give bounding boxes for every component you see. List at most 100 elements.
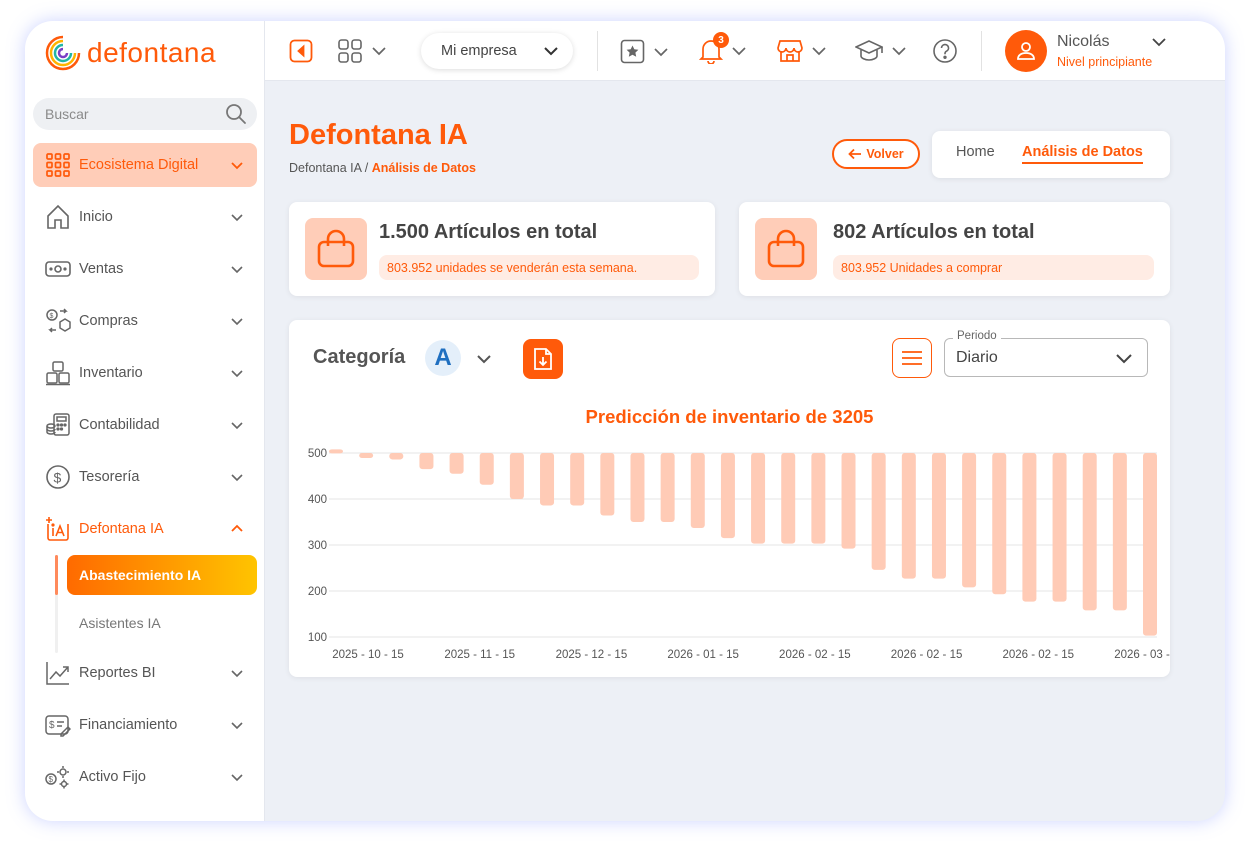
- chart-bar: [570, 453, 585, 506]
- page-tabs: Home Análisis de Datos: [932, 131, 1170, 178]
- x-tick-label: 2026 - 03 - 15: [1114, 649, 1170, 661]
- chart-bar: [600, 453, 615, 516]
- chevron-up-icon: [231, 524, 243, 532]
- chevron-down-icon: [231, 214, 243, 222]
- sidebar-item-label: Ventas: [79, 261, 124, 277]
- user-menu[interactable]: Nicolás Nivel principiante: [1005, 30, 1167, 72]
- asset-icon: $: [45, 764, 71, 790]
- y-tick-label: 200: [308, 586, 327, 598]
- chart-bar: [660, 453, 675, 522]
- logo[interactable]: defontana: [43, 31, 216, 75]
- inventory-bar-chart: 100 200 300 400 500 2025 - 10 - 15 2025 - 11 -…: [308, 448, 1170, 661]
- sidebar-item-reportes-bi[interactable]: Reportes BI: [33, 651, 257, 695]
- sidebar-item-label: Compras: [79, 313, 138, 329]
- stat-card-articulos: 1.500 Artículos en total 803.952 unidade…: [289, 202, 715, 296]
- app-window: defontana Ecosistema Digital: [25, 21, 1225, 821]
- chevron-down-icon: [654, 47, 668, 56]
- store-button[interactable]: [777, 38, 827, 64]
- chart-bar: [841, 453, 856, 549]
- back-button[interactable]: Volver: [832, 139, 920, 169]
- sidebar-subitem-abastecimiento-ia[interactable]: Abastecimiento IA: [67, 555, 257, 595]
- sidebar-item-compras[interactable]: $ Compras: [33, 299, 257, 343]
- breadcrumb-separator: /: [361, 161, 372, 175]
- x-tick-label: 2026 - 01 - 15: [667, 649, 739, 661]
- sidebar-item-label: Tesorería: [79, 469, 140, 485]
- sidebar: defontana Ecosistema Digital: [25, 21, 265, 821]
- sidebar-subnav-defontana-ia: Abastecimiento IA Asistentes IA: [33, 555, 257, 653]
- x-tick-label: 2026 - 02 - 15: [1002, 649, 1074, 661]
- svg-text:$: $: [50, 313, 54, 320]
- sidebar-item-financiamiento[interactable]: $ Financiamiento: [33, 703, 257, 747]
- arrow-left-icon: [848, 148, 862, 160]
- sidebar-item-contabilidad[interactable]: Contabilidad: [33, 403, 257, 447]
- sidebar-nav: Ecosistema Digital Inicio Ventas $ Compr…: [33, 143, 257, 807]
- sidebar-item-ecosistema-digital[interactable]: Ecosistema Digital: [33, 143, 257, 187]
- chart-bar: [1112, 453, 1127, 611]
- chart-bar: [389, 453, 404, 460]
- boxes-icon: [45, 360, 71, 386]
- sidebar-item-label: Reportes BI: [79, 665, 156, 681]
- topbar-divider: [981, 31, 982, 71]
- sidebar-item-label: Inicio: [79, 209, 113, 225]
- page-title: Defontana IA: [289, 119, 468, 151]
- breadcrumb-current: Análisis de Datos: [371, 161, 476, 175]
- chevron-down-icon: [372, 47, 386, 56]
- x-tick-label: 2026 - 02 - 15: [891, 649, 963, 661]
- chevron-down-icon: [1152, 38, 1167, 47]
- sidebar-item-label: Inventario: [79, 365, 143, 381]
- chevron-down-icon: [732, 47, 746, 56]
- search-icon[interactable]: [225, 103, 247, 125]
- user-level: Nivel principiante: [1057, 55, 1153, 69]
- stat-card-compras: 802 Artículos en total 803.952 Unidades …: [739, 202, 1170, 296]
- chart-bar: [992, 453, 1007, 595]
- notifications-badge: 3: [713, 32, 729, 48]
- collapse-left-icon: [289, 39, 313, 63]
- apps-menu-button[interactable]: [337, 38, 387, 64]
- tab-analisis-de-datos[interactable]: Análisis de Datos: [1022, 144, 1143, 164]
- search-input[interactable]: [45, 106, 205, 122]
- company-name: Mi empresa: [441, 43, 517, 59]
- chart-bar: [871, 453, 886, 570]
- breadcrumb-root[interactable]: Defontana IA: [289, 161, 361, 175]
- y-tick-label: 100: [308, 632, 327, 644]
- favorites-button[interactable]: [620, 39, 669, 64]
- help-icon: [933, 39, 957, 63]
- tab-home[interactable]: Home: [956, 144, 995, 160]
- sidebar-item-inventario[interactable]: Inventario: [33, 351, 257, 395]
- chart-bar: [962, 453, 977, 588]
- stat-title: 1.500 Artículos en total: [379, 221, 598, 243]
- chart-bar: [359, 453, 374, 459]
- chevron-down-icon: [231, 670, 243, 678]
- chevron-down-icon: [544, 47, 558, 56]
- sidebar-item-inicio[interactable]: Inicio: [33, 195, 257, 239]
- sidebar-item-tesoreria[interactable]: $ Tesorería: [33, 455, 257, 499]
- chevron-down-icon: [231, 474, 243, 482]
- company-selector[interactable]: Mi empresa: [421, 33, 573, 69]
- grid-icon: [45, 152, 71, 178]
- breadcrumb: Defontana IA / Análisis de Datos: [289, 161, 476, 175]
- dollar-icon: $: [45, 464, 71, 490]
- academy-button[interactable]: [855, 39, 907, 63]
- y-tick-label: 500: [308, 448, 327, 460]
- exchange-icon: $: [45, 308, 71, 334]
- chevron-down-icon: [231, 162, 243, 170]
- sidebar-item-activo-fijo[interactable]: $ Activo Fijo: [33, 755, 257, 799]
- sidebar-item-ventas[interactable]: Ventas: [33, 247, 257, 291]
- chart-bar: [1022, 453, 1037, 602]
- ledger-icon: [45, 412, 71, 438]
- back-button-label: Volver: [866, 147, 904, 161]
- chart-bar: [781, 453, 796, 544]
- search-box[interactable]: [33, 98, 257, 130]
- trend-icon: [45, 660, 71, 686]
- chart-bar: [1082, 453, 1097, 611]
- chart-bar: [479, 453, 494, 485]
- collapse-sidebar-button[interactable]: [289, 39, 313, 63]
- chevron-down-icon: [812, 47, 826, 56]
- y-tick-label: 400: [308, 494, 327, 506]
- sidebar-item-defontana-ia[interactable]: Defontana IA: [33, 507, 257, 551]
- chart-bar: [540, 453, 555, 506]
- x-tick-label: 2025 - 11 - 15: [444, 649, 515, 661]
- notifications-button[interactable]: 3: [698, 32, 747, 65]
- sidebar-subitem-asistentes-ia[interactable]: Asistentes IA: [67, 603, 257, 643]
- help-button[interactable]: [932, 38, 958, 64]
